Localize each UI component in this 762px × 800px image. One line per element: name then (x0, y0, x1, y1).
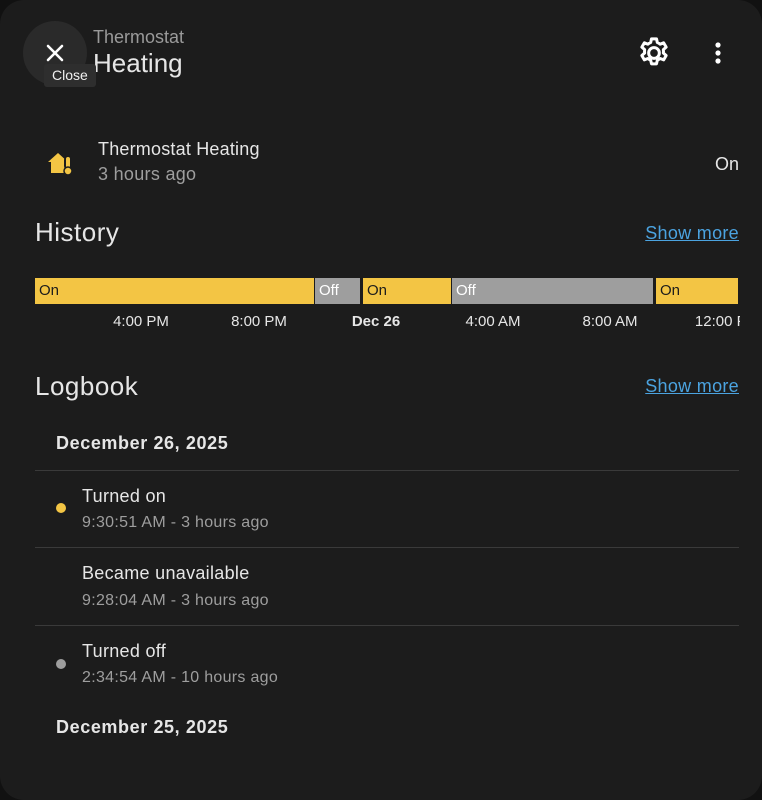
close-tooltip: Close (44, 64, 96, 87)
entity-last-changed: 3 hours ago (98, 164, 197, 184)
divider (35, 470, 739, 471)
dialog-title: Heating (93, 48, 183, 78)
logbook-entry-time: 9:28:04 AM - 3 hours ago (82, 592, 269, 609)
logbook-date-header: December 26, 2025 (56, 433, 229, 453)
divider (35, 625, 739, 626)
close-icon (46, 44, 64, 62)
logbook-entry-message: Turned off (82, 641, 167, 661)
timeline-tick: 12:00 PM (694, 313, 740, 330)
history-title: History (35, 217, 120, 247)
logbook-title: Logbook (35, 371, 139, 401)
timeline-tick: 8:00 PM (231, 313, 287, 330)
timeline-segment[interactable]: Off (452, 278, 653, 304)
state-off-dot-icon (56, 659, 66, 669)
history-show-more-link[interactable]: Show more (645, 223, 739, 244)
timeline-axis: 4:00 PM 8:00 PM Dec 26 4:00 AM 8:00 AM 1… (0, 305, 740, 335)
dialog-subtitle: Thermostat (93, 27, 185, 47)
settings-button[interactable] (634, 33, 674, 73)
timeline-tick: Dec 26 (351, 313, 401, 330)
timeline-tick: 8:00 AM (582, 313, 638, 330)
timeline-tick: 4:00 PM (113, 313, 169, 330)
logbook-entry-time: 2:34:54 AM - 10 hours ago (82, 669, 279, 686)
logbook-entry-time: 9:30:51 AM - 3 hours ago (82, 514, 269, 531)
logbook-entry-message: Became unavailable (82, 563, 250, 583)
timeline-segment[interactable]: Off (315, 278, 360, 304)
logbook-entry-message: Turned on (82, 486, 167, 506)
timeline-segment[interactable]: On (35, 278, 314, 304)
state-on-dot-icon (56, 503, 66, 513)
home-thermometer-icon (48, 153, 73, 176)
divider (35, 547, 739, 548)
dots-vertical-icon (715, 42, 721, 64)
logbook-date-header: December 25, 2025 (56, 717, 229, 737)
history-timeline[interactable]: On Off On Off On (35, 278, 738, 304)
overflow-menu-button[interactable] (698, 33, 738, 73)
logbook-show-more-link[interactable]: Show more (645, 376, 739, 397)
timeline-segment[interactable]: On (363, 278, 451, 304)
more-info-dialog: Thermostat Heating Close Thermostat Heat… (0, 0, 762, 800)
entity-name: Thermostat Heating (98, 139, 260, 159)
entity-state: On (714, 154, 739, 174)
timeline-segment[interactable]: On (656, 278, 738, 304)
gear-icon (640, 37, 668, 66)
timeline-tick: 4:00 AM (465, 313, 521, 330)
